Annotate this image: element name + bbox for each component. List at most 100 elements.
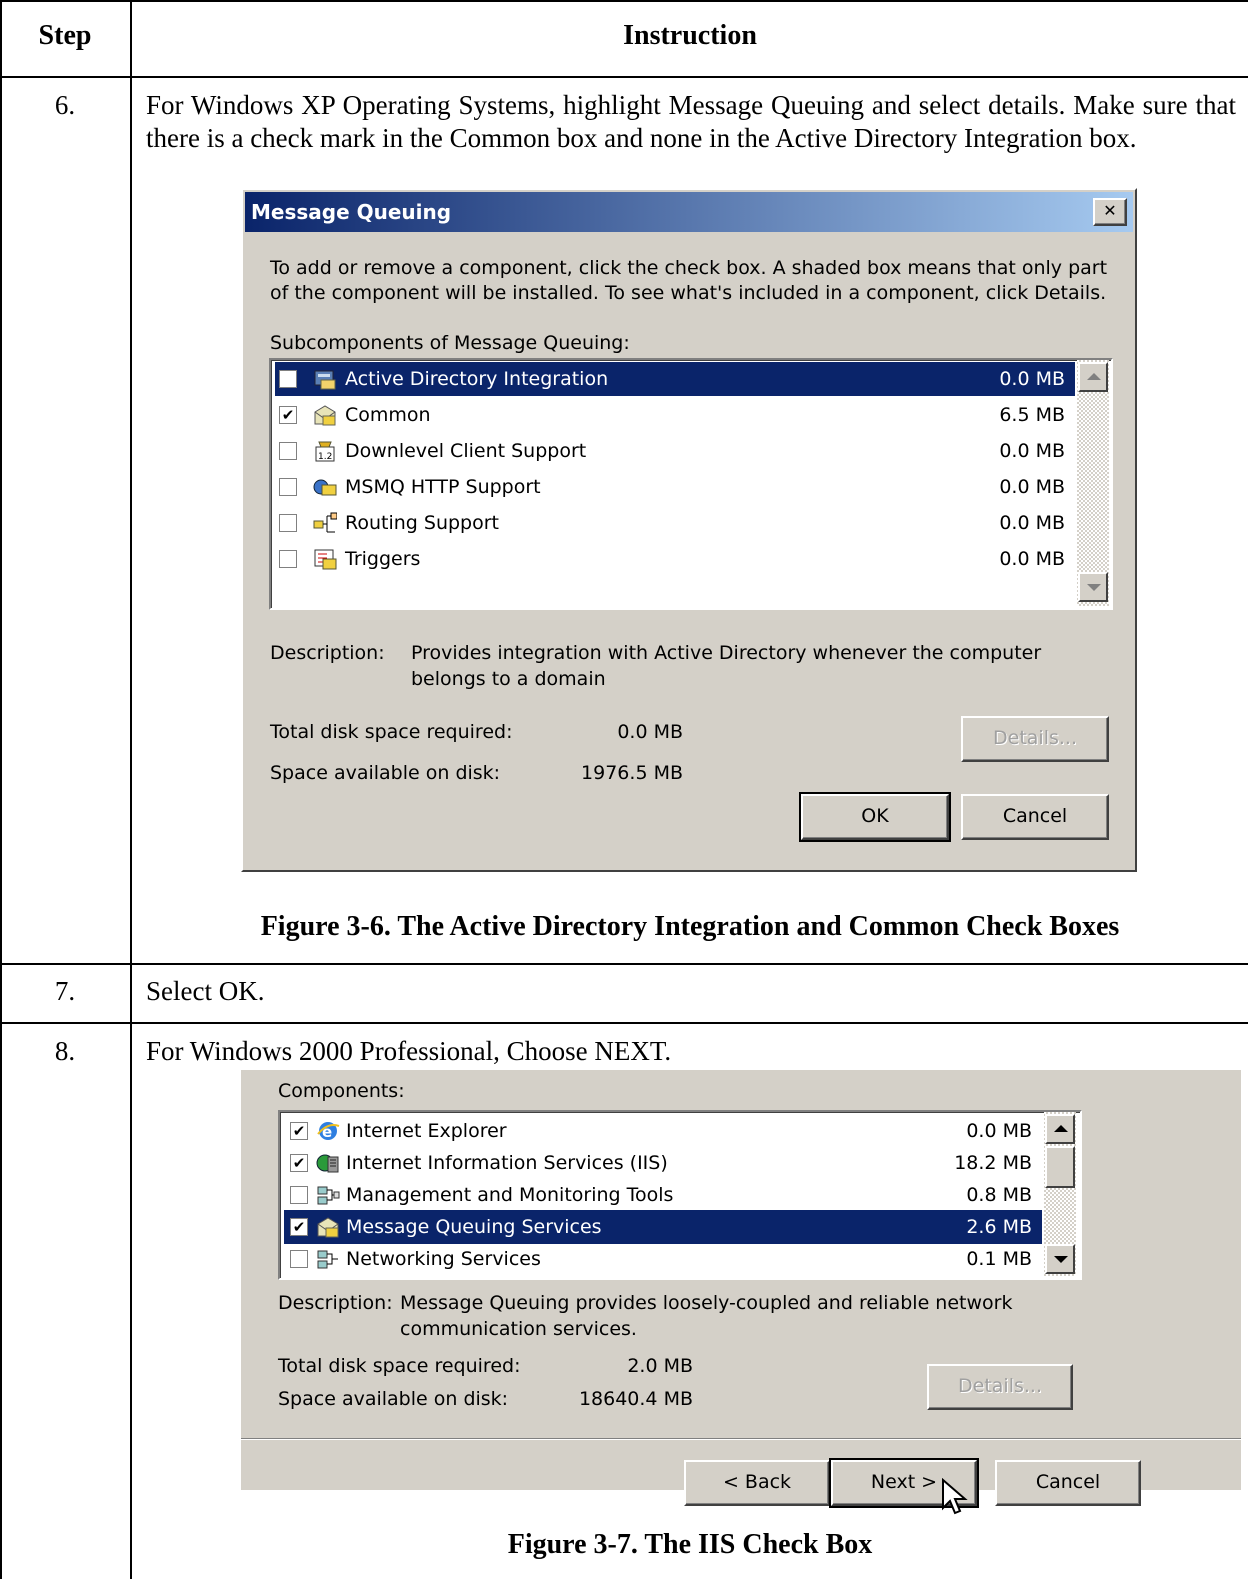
header-instruction: Instruction xyxy=(623,20,757,51)
intro-line: of the component will be installed. To s… xyxy=(270,282,1107,304)
checkbox-unchecked[interactable] xyxy=(290,1250,308,1268)
back-button[interactable]: < Back xyxy=(684,1460,830,1506)
description-label: Description: xyxy=(278,1292,393,1314)
description-text: Provides integration with Active Directo… xyxy=(411,642,1042,664)
details-button[interactable]: Details... xyxy=(961,716,1109,762)
description-text: communication services. xyxy=(400,1318,637,1340)
list-item[interactable]: Networking Services 0.1 MB xyxy=(284,1242,1042,1276)
checkbox-unchecked[interactable] xyxy=(279,478,297,496)
scroll-down-button[interactable] xyxy=(1045,1244,1075,1274)
step-number: 6. xyxy=(54,90,76,120)
list-item-size: 18.2 MB xyxy=(954,1152,1032,1174)
list-item[interactable]: MSMQ HTTP Support 0.0 MB xyxy=(275,470,1075,504)
list-item[interactable]: Triggers 0.0 MB xyxy=(275,542,1075,576)
checkbox-unchecked[interactable] xyxy=(279,442,297,460)
separator xyxy=(241,1439,1241,1440)
components-wizard: Components: ✔ e Internet Explorer 0.0 MB ✔ In… xyxy=(241,1070,1241,1515)
table-divider xyxy=(0,1022,1248,1024)
scrollbar[interactable] xyxy=(1044,1112,1076,1276)
list-item-label: Management and Monitoring Tools xyxy=(346,1184,674,1206)
total-space-value: 0.0 MB xyxy=(617,721,683,743)
scroll-thumb[interactable] xyxy=(1045,1146,1075,1188)
scroll-down-button[interactable] xyxy=(1078,572,1108,602)
title-bar[interactable]: Message Queuing ✕ xyxy=(245,192,1133,232)
subcomponent-list[interactable]: Active Directory Integration 0.0 MB ✔ Commo… xyxy=(269,358,1113,610)
http-envelope-icon xyxy=(313,479,337,496)
description-text: belongs to a domain xyxy=(411,668,606,690)
table-divider xyxy=(0,76,1248,78)
list-item[interactable]: ✔ Common 6.5 MB xyxy=(275,398,1075,432)
details-button[interactable]: Details... xyxy=(927,1364,1073,1410)
list-item-size: 0.1 MB xyxy=(966,1248,1032,1270)
checkbox-unchecked[interactable] xyxy=(279,550,297,568)
list-item-label: Common xyxy=(345,404,431,426)
checkbox-checked[interactable]: ✔ xyxy=(290,1122,308,1140)
total-space-value: 2.0 MB xyxy=(627,1355,693,1377)
step-number: 8. xyxy=(54,1036,76,1066)
iis-icon xyxy=(316,1154,339,1173)
scroll-up-button[interactable] xyxy=(1078,362,1108,392)
table-border-top xyxy=(0,0,1248,2)
arrow-up-icon xyxy=(1087,373,1101,380)
list-item-size: 0.0 MB xyxy=(999,512,1065,534)
ok-button-label: OK xyxy=(861,805,889,827)
figure-caption: Figure 3-7. The IIS Check Box xyxy=(507,1529,873,1560)
checkbox-unchecked[interactable] xyxy=(279,370,297,388)
components-list[interactable]: ✔ e Internet Explorer 0.0 MB ✔ Internet Infor… xyxy=(278,1110,1082,1280)
routing-icon xyxy=(313,512,337,533)
available-space-label: Space available on disk: xyxy=(278,1388,509,1410)
downlevel-icon: 1.2 xyxy=(315,441,335,462)
description-label: Description: xyxy=(270,642,385,664)
list-item-size: 0.0 MB xyxy=(999,368,1065,390)
svg-text:1.2: 1.2 xyxy=(318,452,332,462)
list-item-label: Routing Support xyxy=(345,512,499,534)
scroll-up-button[interactable] xyxy=(1045,1114,1075,1144)
list-item[interactable]: ✔ Message Queuing Services 2.6 MB xyxy=(283,1209,1043,1245)
message-queuing-dialog: Message Queuing ✕ To add or remove a com… xyxy=(241,188,1137,872)
list-item[interactable]: Active Directory Integration 0.0 MB xyxy=(274,361,1076,397)
intro-line: To add or remove a component, click the … xyxy=(270,257,1108,279)
network-icon xyxy=(317,1250,338,1269)
list-item-label: Downlevel Client Support xyxy=(345,440,587,462)
list-item-size: 0.0 MB xyxy=(999,476,1065,498)
ok-button[interactable]: OK xyxy=(799,792,951,842)
scrollbar[interactable] xyxy=(1077,360,1109,606)
checkbox-unchecked[interactable] xyxy=(290,1186,308,1204)
list-item-label: Networking Services xyxy=(346,1248,541,1270)
close-icon: ✕ xyxy=(1103,201,1117,220)
list-item[interactable]: ✔ e Internet Explorer 0.0 MB xyxy=(284,1114,1042,1148)
cancel-button-label: Cancel xyxy=(1002,805,1068,827)
list-item[interactable]: ✔ Internet Information Services (IIS) 18.2… xyxy=(284,1146,1042,1180)
checkbox-checked[interactable]: ✔ xyxy=(290,1154,308,1172)
details-button-label: Details... xyxy=(993,727,1077,749)
tools-icon xyxy=(317,1186,340,1205)
internet-explorer-icon: e xyxy=(317,1122,340,1141)
close-button[interactable]: ✕ xyxy=(1093,198,1127,226)
list-item-size: 6.5 MB xyxy=(999,404,1065,426)
cancel-button[interactable]: Cancel xyxy=(995,1460,1141,1506)
checkbox-checked[interactable]: ✔ xyxy=(290,1218,308,1236)
cancel-button[interactable]: Cancel xyxy=(961,794,1109,840)
list-item-label: Internet Information Services (IIS) xyxy=(346,1152,668,1174)
mouse-pointer-icon xyxy=(942,1478,968,1515)
checkbox-unchecked[interactable] xyxy=(279,514,297,532)
list-item[interactable]: Management and Monitoring Tools 0.8 MB xyxy=(284,1178,1042,1212)
list-item-size: 2.6 MB xyxy=(966,1216,1032,1238)
list-label: Components: xyxy=(278,1080,405,1102)
list-item[interactable]: Routing Support 0.0 MB xyxy=(275,506,1075,540)
triggers-icon xyxy=(314,549,337,570)
next-button-label: Next > xyxy=(870,1471,938,1493)
step-text: Select OK. xyxy=(146,976,265,1006)
list-item[interactable]: 1.2 Downlevel Client Support 0.0 MB xyxy=(275,434,1075,468)
figure-caption: Figure 3-6. The Active Directory Integra… xyxy=(260,911,1120,942)
list-item-label: Triggers xyxy=(345,548,421,570)
table-border-left xyxy=(0,0,2,1579)
list-item-label: Message Queuing Services xyxy=(346,1216,602,1238)
envelope-icon xyxy=(314,405,336,426)
list-item-size: 0.8 MB xyxy=(966,1184,1032,1206)
checkbox-checked[interactable]: ✔ xyxy=(279,406,297,424)
available-space-value: 18640.4 MB xyxy=(578,1388,693,1410)
dialog-title: Message Queuing xyxy=(251,200,452,224)
back-button-label: < Back xyxy=(722,1471,792,1493)
arrow-down-icon xyxy=(1054,1256,1068,1263)
